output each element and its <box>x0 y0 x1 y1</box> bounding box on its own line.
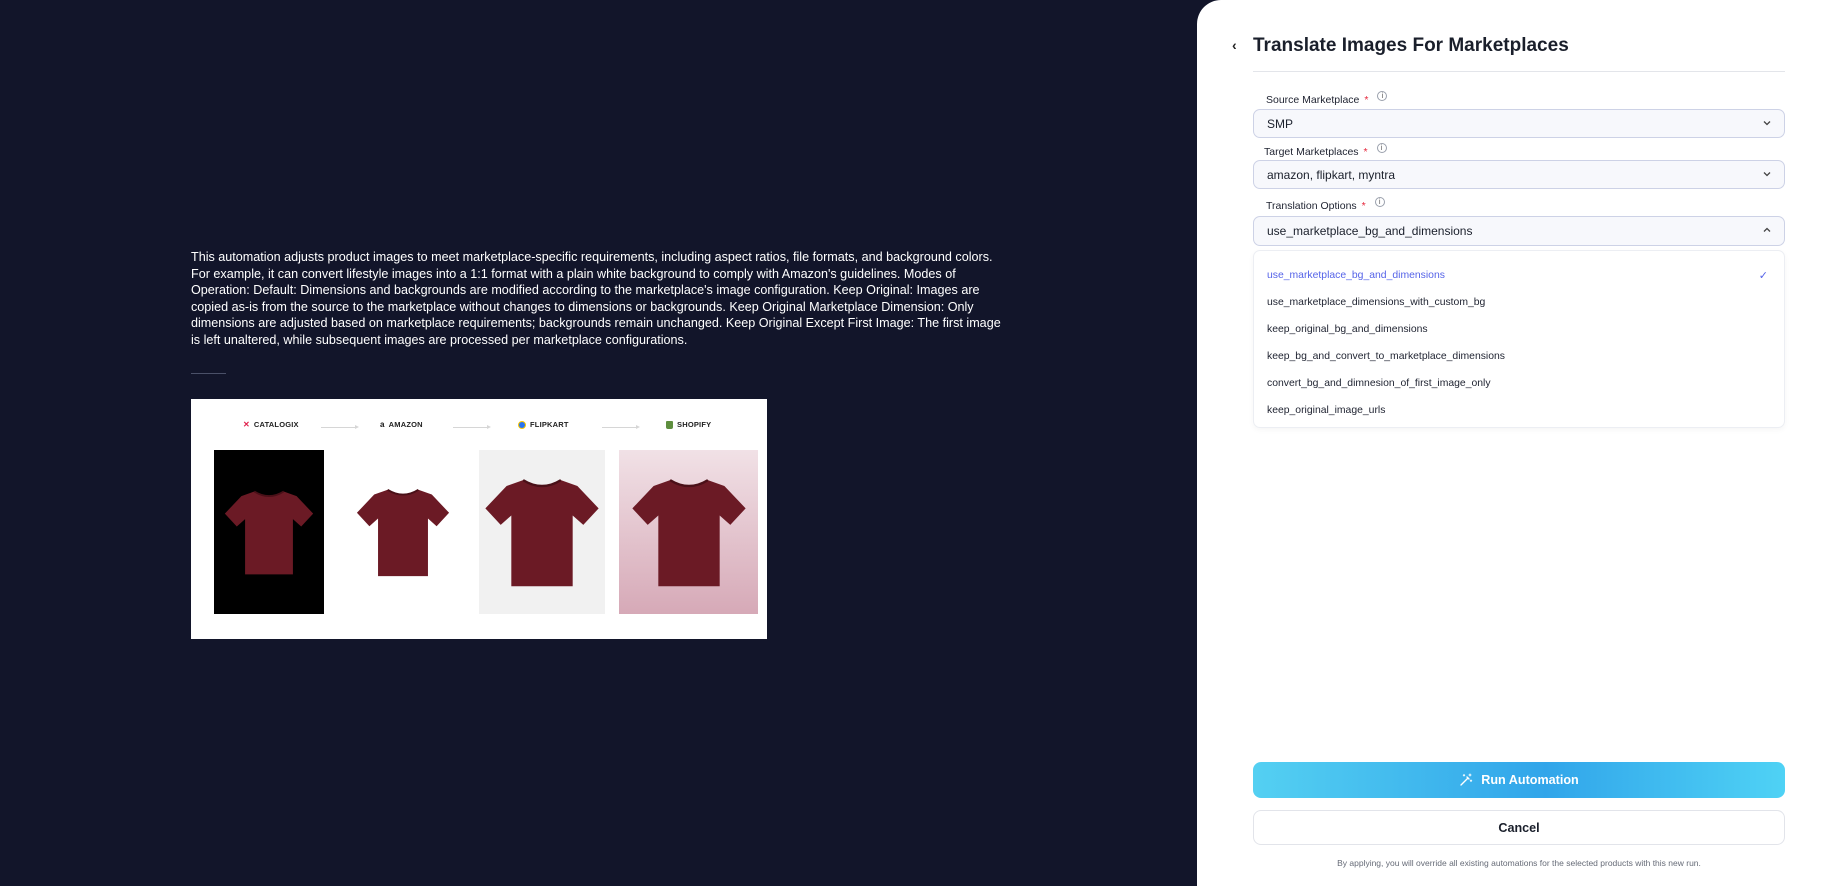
required-asterisk: * <box>1364 94 1369 106</box>
flow-arrow <box>321 425 359 429</box>
target-marketplaces-label: Target Marketplaces * i <box>1264 143 1387 158</box>
brand-catalogix: ✕ CATALOGIX <box>243 420 299 429</box>
amazon-logo-icon: a <box>380 420 385 429</box>
check-icon: ✓ <box>1758 270 1768 282</box>
title-divider <box>1253 71 1785 72</box>
magic-wand-icon <box>1460 773 1473 786</box>
chevron-down-icon <box>1763 172 1771 177</box>
tshirt-image-catalogix <box>214 450 324 614</box>
info-icon[interactable]: i <box>1376 143 1387 153</box>
tshirt-icon <box>356 488 450 577</box>
source-marketplace-label: Source Marketplace * i <box>1266 91 1388 106</box>
brand-amazon: a AMAZON <box>380 420 423 429</box>
info-icon[interactable]: i <box>1374 197 1385 207</box>
panel-title: Translate Images For Marketplaces <box>1253 35 1569 56</box>
automation-description: This automation adjusts product images t… <box>191 250 1001 347</box>
flow-arrow <box>602 425 640 429</box>
translation-options-dropdown: use_marketplace_bg_and_dimensions ✓ use_… <box>1253 250 1785 428</box>
translation-options-select[interactable]: use_marketplace_bg_and_dimensions <box>1253 216 1785 246</box>
tshirt-image-amazon <box>348 450 458 614</box>
flow-arrow <box>453 425 491 429</box>
required-asterisk: * <box>1363 146 1368 158</box>
option-keep-bg-and-convert-to-marketplace-dimensions[interactable]: keep_bg_and_convert_to_marketplace_dimen… <box>1267 351 1505 362</box>
override-footnote: By applying, you will override all exist… <box>1337 858 1701 868</box>
tshirt-image-shopify <box>619 450 758 614</box>
description-divider <box>191 373 226 374</box>
translation-options-label: Translation Options * i <box>1266 197 1385 212</box>
option-keep-original-image-urls[interactable]: keep_original_image_urls <box>1267 405 1385 416</box>
option-keep-original-bg-and-dimensions[interactable]: keep_original_bg_and_dimensions <box>1267 324 1428 335</box>
brand-flipkart: FLIPKART <box>518 420 569 429</box>
flipkart-logo-icon <box>518 420 526 429</box>
option-use-marketplace-bg-and-dimensions[interactable]: use_marketplace_bg_and_dimensions <box>1267 270 1445 281</box>
option-use-marketplace-dimensions-with-custom-bg[interactable]: use_marketplace_dimensions_with_custom_b… <box>1267 297 1485 308</box>
chevron-down-icon <box>1763 121 1771 126</box>
tshirt-icon <box>485 479 599 587</box>
marketplace-preview-image: ✕ CATALOGIX a AMAZON FLIPKART SHOPIFY <box>191 399 767 639</box>
source-marketplace-select[interactable]: SMP <box>1253 109 1785 138</box>
required-asterisk: * <box>1361 200 1366 212</box>
shopify-logo-icon <box>666 420 673 429</box>
brand-row: ✕ CATALOGIX a AMAZON FLIPKART SHOPIFY <box>191 420 767 434</box>
catalogix-logo-icon: ✕ <box>243 420 250 429</box>
brand-shopify: SHOPIFY <box>666 420 711 429</box>
run-automation-button[interactable]: Run Automation <box>1253 762 1785 798</box>
tshirt-icon <box>631 479 746 587</box>
chevron-up-icon <box>1763 227 1771 232</box>
target-marketplaces-select[interactable]: amazon, flipkart, myntra <box>1253 160 1785 189</box>
tshirt-icon <box>224 490 314 575</box>
back-chevron-icon[interactable]: ‹ <box>1232 37 1248 53</box>
info-icon[interactable]: i <box>1377 91 1388 101</box>
tshirt-image-flipkart <box>479 450 605 614</box>
cancel-button[interactable]: Cancel <box>1253 810 1785 845</box>
option-convert-bg-and-dimension-of-first-image-only[interactable]: convert_bg_and_dimnesion_of_first_image_… <box>1267 378 1491 389</box>
